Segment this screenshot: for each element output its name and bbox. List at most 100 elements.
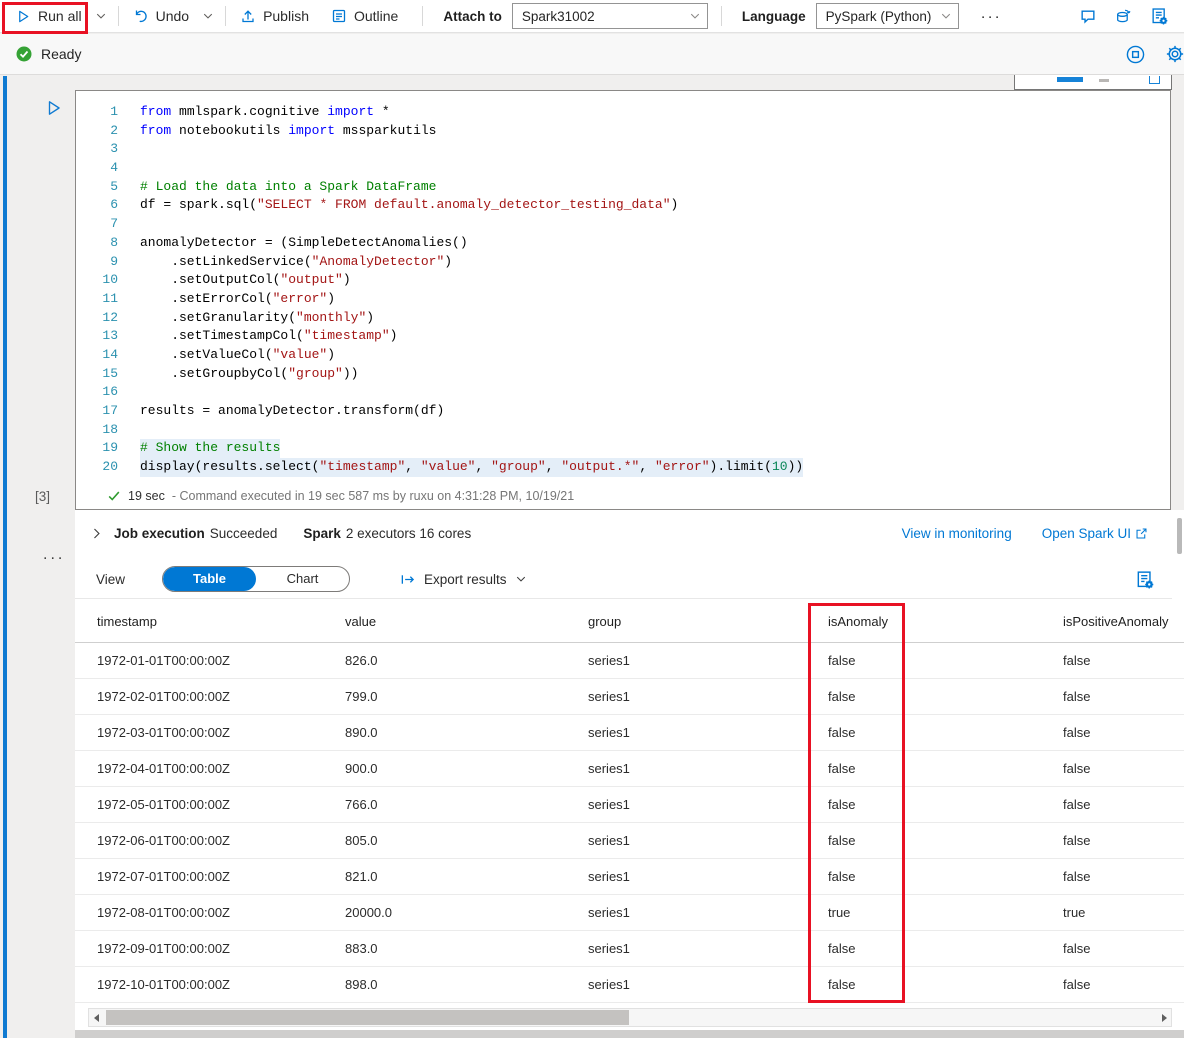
table-cell: false [1041,941,1184,956]
run-all-label: Run all [38,8,82,24]
table-cell: 1972-03-01T00:00:00Z [75,725,323,740]
scrollbar-thumb[interactable] [106,1010,629,1025]
notebook-toolbar: Run all Undo Publish [0,0,1184,33]
run-cell-button[interactable] [45,99,63,117]
chevron-down-icon [202,10,214,22]
code-line: 10 .setOutputCol("output") [76,271,1170,290]
table-cell: false [1041,869,1184,884]
more-commands-button[interactable]: ··· [973,0,1010,32]
toolbar-divider [225,6,226,26]
table-cell: false [806,869,1041,884]
undo-options-chevron[interactable] [197,0,219,32]
session-status-bar: Ready [0,34,1184,75]
database-arrow-icon [1114,7,1133,25]
code-line: 12 .setGranularity("monthly") [76,309,1170,328]
table-cell: false [1041,761,1184,776]
column-header-isPositiveAnomaly: isPositiveAnomaly [1041,614,1184,629]
run-options-chevron[interactable] [90,0,112,32]
code-line: 18 [76,421,1170,440]
view-label: View [96,572,125,587]
view-in-monitoring-link[interactable]: View in monitoring [902,526,1012,541]
table-row: 1972-01-01T00:00:00Z826.0series1falsefal… [75,643,1184,679]
outline-button[interactable]: Outline [323,0,406,32]
undo-label: Undo [156,8,189,24]
table-row: 1972-05-01T00:00:00Z766.0series1falsefal… [75,787,1184,823]
table-cell: false [1041,725,1184,740]
undo-button[interactable]: Undo [125,0,197,32]
cell-execution-count: [3] [35,489,50,504]
stop-session-button[interactable] [1124,43,1147,66]
check-icon [107,489,121,503]
scroll-right-arrow[interactable] [1157,1009,1171,1026]
toolbar-divider [118,6,119,26]
code-line: 1from mmlspark.cognitive import * [76,103,1170,122]
table-row: 1972-02-01T00:00:00Z799.0series1falsefal… [75,679,1184,715]
chart-view-tab[interactable]: Chart [256,567,349,591]
execution-summary: - Command executed in 19 sec 587 ms by r… [172,489,574,503]
table-header-row: timestampvaluegroupisAnomalyisPositiveAn… [75,600,1184,643]
table-cell: series1 [566,833,806,848]
table-cell: 805.0 [323,833,566,848]
table-cell: false [806,977,1041,992]
results-table: timestampvaluegroupisAnomalyisPositiveAn… [75,600,1184,1004]
table-row: 1972-09-01T00:00:00Z883.0series1falsefal… [75,931,1184,967]
outline-label: Outline [354,8,398,24]
attach-to-dropdown[interactable]: Spark31002 [512,3,708,29]
table-cell: series1 [566,977,806,992]
horizontal-scrollbar[interactable] [88,1008,1172,1027]
export-results-label: Export results [424,572,507,587]
page-bottom-band [75,1030,1184,1038]
language-label: Language [742,9,806,24]
code-line: 20display(results.select("timestamp", "v… [76,458,1170,477]
language-value: PySpark (Python) [826,9,932,24]
export-results-button[interactable]: Export results [399,572,527,587]
comment-icon [1079,8,1097,25]
table-cell: 1972-09-01T00:00:00Z [75,941,323,956]
table-cell: false [806,653,1041,668]
language-dropdown[interactable]: PySpark (Python) [816,3,959,29]
notebook-properties-button[interactable] [1148,5,1170,27]
play-icon [16,9,31,24]
table-cell: 890.0 [323,725,566,740]
table-cell: 766.0 [323,797,566,812]
job-execution-row: Job execution Succeeded Spark 2 executor… [88,518,1148,548]
open-spark-ui-link[interactable]: Open Spark UI [1042,526,1148,541]
scroll-left-arrow[interactable] [89,1009,103,1026]
code-cell: 1from mmlspark.cognitive import *2from n… [75,90,1171,510]
table-cell: true [1041,905,1184,920]
vertical-scrollbar-thumb[interactable] [1177,518,1182,554]
code-line: 16 [76,383,1170,402]
code-editor[interactable]: 1from mmlspark.cognitive import *2from n… [76,91,1170,477]
column-header-isAnomaly: isAnomaly [806,614,1041,629]
attach-to-label: Attach to [443,9,502,24]
table-cell: series1 [566,689,806,704]
cell-more-actions[interactable]: ... [43,546,65,564]
table-cell: 821.0 [323,869,566,884]
expand-chevron-right-icon[interactable] [88,525,105,542]
code-line: 7 [76,215,1170,234]
spark-info: 2 executors 16 cores [346,526,471,541]
table-cell: series1 [566,797,806,812]
comments-button[interactable] [1077,6,1099,27]
publish-icon [240,8,256,24]
table-cell: false [806,725,1041,740]
publish-button[interactable]: Publish [232,0,317,32]
table-cell: 1972-01-01T00:00:00Z [75,653,323,668]
table-row: 1972-04-01T00:00:00Z900.0series1falsefal… [75,751,1184,787]
table-cell: false [1041,833,1184,848]
spark-database-button[interactable] [1112,5,1135,27]
run-all-button[interactable]: Run all [8,0,90,32]
table-cell: false [1041,689,1184,704]
results-settings-button[interactable] [1133,568,1156,591]
table-view-tab[interactable]: Table [163,567,256,591]
table-cell: series1 [566,761,806,776]
table-cell: 883.0 [323,941,566,956]
configure-session-button[interactable] [1163,42,1184,66]
table-cell: 799.0 [323,689,566,704]
column-header-group: group [566,614,806,629]
table-cell: true [806,905,1041,920]
chevron-down-icon [95,10,107,22]
code-line: 13 .setTimestampCol("timestamp") [76,327,1170,346]
undo-icon [133,8,149,24]
outline-icon [331,8,347,24]
